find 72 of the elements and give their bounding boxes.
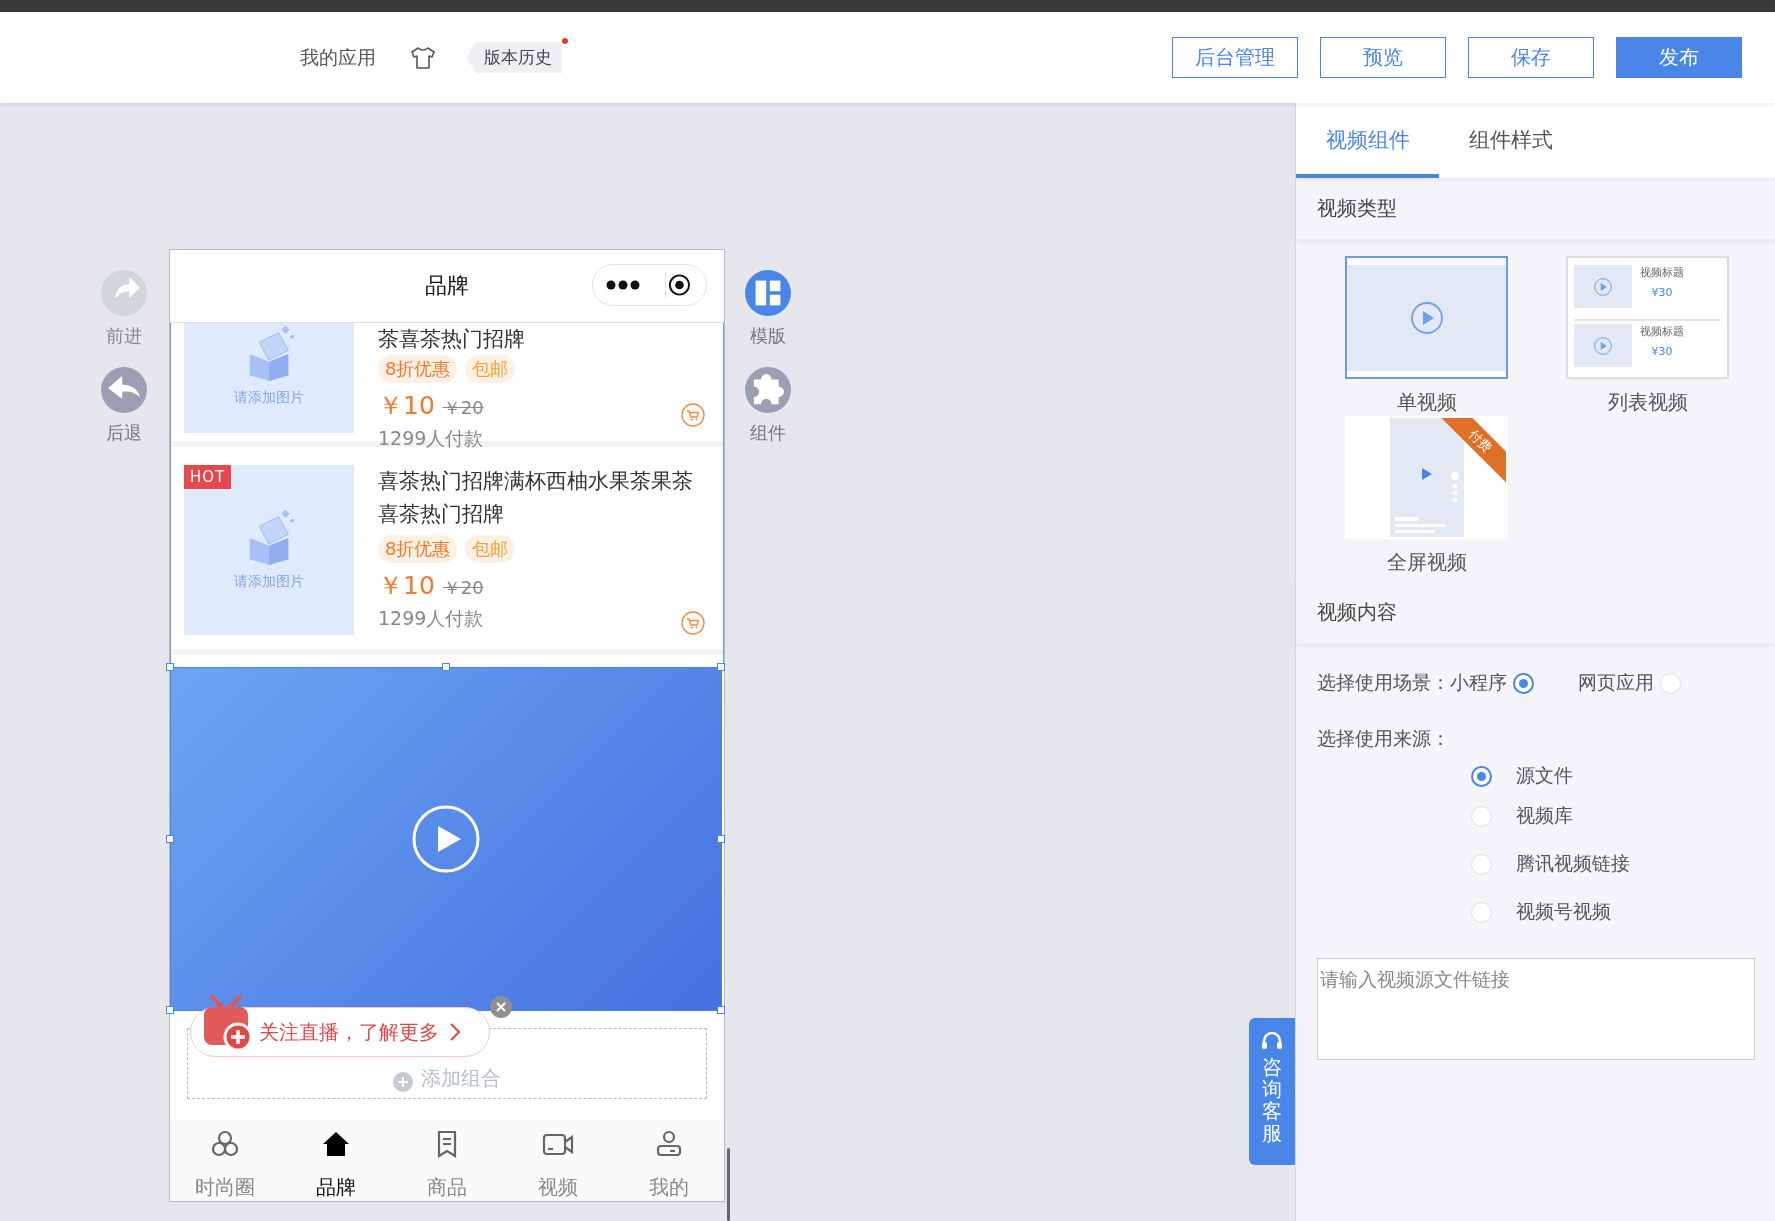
header-button[interactable]: 预览 <box>1320 37 1446 78</box>
field-label: 选择使用来源： <box>1317 726 1451 751</box>
play-icon <box>1408 300 1445 336</box>
page-title: 品牌 <box>425 271 469 300</box>
play-icon <box>1593 335 1613 356</box>
scene-radio[interactable]: 网页应用 <box>1578 670 1681 696</box>
panel-tab[interactable]: 组件样式 <box>1439 103 1582 178</box>
tab-bar-item[interactable]: 我的 <box>623 1120 714 1201</box>
source-radio[interactable]: 视频号视频 <box>1471 892 1754 932</box>
resize-handle[interactable] <box>717 1006 725 1015</box>
promo-tag: 包邮 <box>465 354 516 383</box>
source-radio[interactable]: 腾讯视频链接 <box>1471 844 1754 884</box>
scene-radio[interactable]: 小程序 <box>1450 670 1534 696</box>
field-label: 选择使用场景： <box>1317 670 1450 695</box>
sales-count: 1299人付款 <box>378 425 484 451</box>
link-input-field[interactable]: 请输入视频源文件链接 <box>1317 958 1755 1060</box>
resize-handle[interactable] <box>166 834 174 843</box>
promo-tag: 8折优惠 <box>378 534 458 563</box>
side-button[interactable]: 后退 <box>101 367 147 445</box>
image-hint: 请添加图片 <box>234 388 304 407</box>
section-header: 视频类型 <box>1296 178 1775 240</box>
tab-bar-item[interactable]: 商品 <box>402 1120 492 1201</box>
tab-bar-item[interactable]: 时尚圈 <box>180 1120 271 1201</box>
source-radio[interactable]: 视频库 <box>1471 796 1754 836</box>
shirt-icon[interactable] <box>410 45 436 70</box>
sales-count: 1299人付款 <box>378 605 484 631</box>
resize-handle[interactable] <box>442 662 450 671</box>
scrollbar[interactable] <box>727 1148 730 1221</box>
resize-handle[interactable] <box>166 662 174 671</box>
side-button[interactable]: 组件 <box>745 367 791 445</box>
headset-icon <box>1260 1030 1284 1052</box>
play-icon[interactable] <box>411 803 481 874</box>
video-title: 视频标题 <box>1640 324 1684 339</box>
plus-icon <box>393 1072 413 1093</box>
price: ￥10 <box>378 389 435 422</box>
video-price: ¥30 <box>1650 286 1674 299</box>
publish-button[interactable]: 发布 <box>1616 37 1742 78</box>
resize-handle[interactable] <box>166 1006 174 1015</box>
video-type-option[interactable]: 视频标题 ¥30 视频标题 ¥30 列表视频 <box>1565 256 1730 416</box>
original-price: ￥20 <box>442 575 484 600</box>
version-history-tab[interactable]: 版本历史 <box>466 42 562 73</box>
app-link[interactable]: 我的应用 <box>300 44 376 71</box>
video-type-option[interactable]: 付费 全屏视频 <box>1345 416 1508 576</box>
chevron-right-icon <box>449 1022 461 1042</box>
product-title: 茶喜茶热门招牌 <box>378 326 526 351</box>
side-button[interactable]: 模版 <box>745 270 791 348</box>
tab-bar-item[interactable]: 品牌 <box>291 1120 382 1201</box>
source-radio[interactable]: 源文件 <box>1471 756 1754 796</box>
resize-handle[interactable] <box>717 834 725 843</box>
price: ￥10 <box>378 569 435 602</box>
cart-icon[interactable] <box>681 610 705 635</box>
product-title: 喜茶热门招牌满杯西柚水果茶果茶喜茶热门招牌 <box>378 467 694 528</box>
panel-tab[interactable]: 视频组件 <box>1296 103 1439 178</box>
customer-service-tab[interactable]: 咨询客服 <box>1249 1018 1295 1165</box>
tab-bar-item[interactable]: 视频 <box>512 1120 603 1201</box>
play-icon <box>1593 276 1613 297</box>
promo-tag: 包邮 <box>465 534 516 563</box>
video-title: 视频标题 <box>1640 265 1684 280</box>
add-group-label: 添加组合 <box>421 1065 501 1093</box>
original-price: ￥20 <box>442 395 484 420</box>
promo-tag: 8折优惠 <box>378 354 458 383</box>
close-icon[interactable] <box>490 996 512 1018</box>
resize-handle[interactable] <box>717 662 725 671</box>
image-hint: 请添加图片 <box>234 572 304 591</box>
video-price: ¥30 <box>1650 345 1674 358</box>
target-icon[interactable] <box>665 272 691 298</box>
header-button[interactable]: 保存 <box>1468 37 1594 78</box>
section-header: 视频内容 <box>1296 582 1775 644</box>
video-type-option[interactable]: 单视频 <box>1345 256 1508 416</box>
cart-icon[interactable] <box>681 402 705 427</box>
hot-badge: HOT <box>184 464 232 489</box>
header-button[interactable]: 后台管理 <box>1172 37 1298 78</box>
